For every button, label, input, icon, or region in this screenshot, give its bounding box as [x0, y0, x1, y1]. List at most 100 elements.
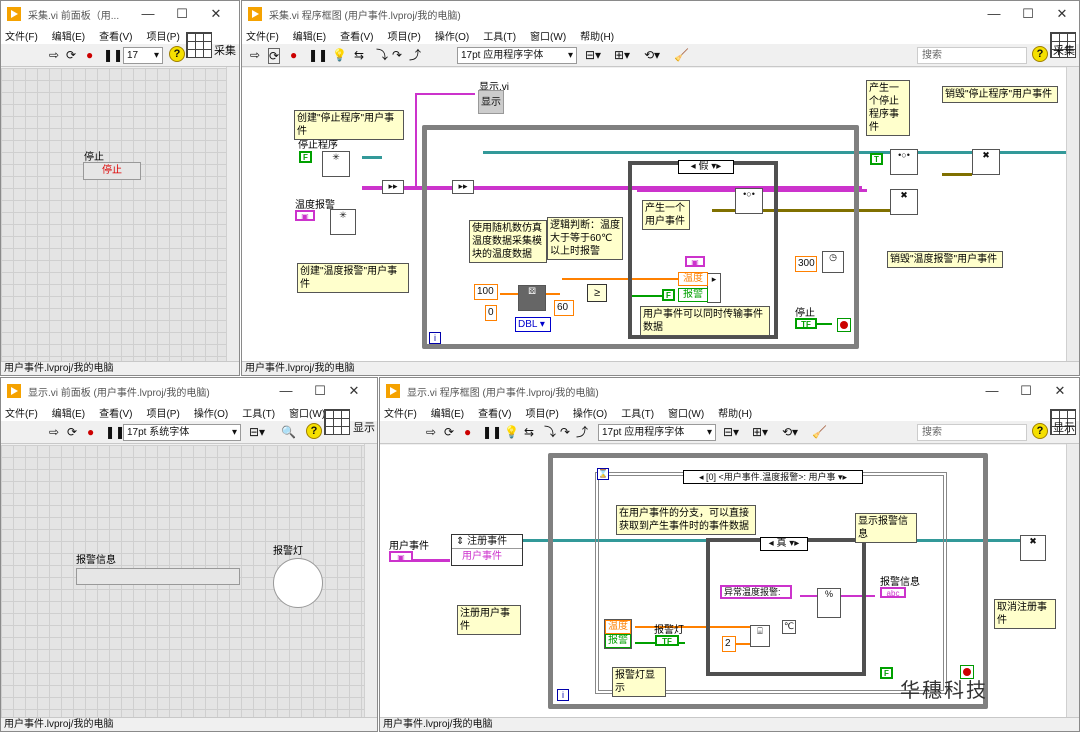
run-icon[interactable]: ⇨: [426, 425, 436, 439]
font-select[interactable]: 17pt 系统字体: [123, 424, 241, 441]
stop-program-terminal[interactable]: F: [299, 151, 312, 163]
minimize-icon[interactable]: —: [269, 378, 303, 404]
false-constant[interactable]: F: [880, 667, 893, 679]
alarm-led-terminal[interactable]: TF: [655, 635, 679, 646]
pause-icon[interactable]: ❚❚: [308, 48, 328, 62]
maximize-icon[interactable]: ☐: [165, 1, 199, 27]
highlight-icon[interactable]: 💡: [332, 48, 347, 62]
register-events-node[interactable]: ⇕ 注册事件 用户事件: [451, 534, 523, 566]
menu-file[interactable]: 文件(F): [384, 405, 417, 420]
vertical-scrollbar[interactable]: [1066, 444, 1079, 718]
abnormal-temp-const[interactable]: 异常温度报警:: [720, 585, 792, 599]
create-user-event-node[interactable]: ✳: [330, 209, 356, 235]
menu-view[interactable]: 查看(V): [340, 28, 373, 43]
help-icon[interactable]: ?: [1032, 46, 1048, 62]
vertical-scrollbar[interactable]: [364, 444, 377, 718]
menu-help[interactable]: 帮助(H): [718, 405, 752, 420]
menu-project[interactable]: 项目(P): [387, 28, 420, 43]
retain-wire-icon[interactable]: ⇆: [354, 48, 364, 62]
align-icon[interactable]: ⊟▾: [585, 48, 601, 62]
step-over-icon[interactable]: ↷: [392, 48, 402, 62]
connector-pane-icon[interactable]: [324, 409, 350, 435]
number-to-string-node[interactable]: ⌸: [750, 625, 770, 647]
greater-or-equal-node[interactable]: ≥: [587, 284, 607, 302]
menu-window[interactable]: 窗口(W): [530, 28, 566, 43]
search-input[interactable]: 搜索: [917, 47, 1027, 64]
vertical-scrollbar[interactable]: [226, 67, 239, 362]
run-icon[interactable]: ⇨: [250, 48, 260, 62]
dbl-representation[interactable]: DBL ▾: [515, 317, 551, 332]
font-size-select[interactable]: 17: [123, 47, 163, 64]
reorder-icon[interactable]: ⟲▾: [782, 425, 798, 439]
maximize-icon[interactable]: ☐: [303, 378, 337, 404]
connector-pane-icon[interactable]: [186, 32, 212, 58]
menu-project[interactable]: 项目(P): [146, 28, 179, 43]
generate-user-event-node[interactable]: •○•: [735, 188, 763, 214]
menu-tools[interactable]: 工具(T): [621, 405, 654, 420]
case-structure[interactable]: [706, 538, 866, 676]
search-input[interactable]: 搜索: [917, 424, 1027, 441]
const-2[interactable]: 2: [722, 636, 736, 652]
highlight-icon[interactable]: 💡: [504, 425, 519, 439]
bundle-node[interactable]: ▸▸: [452, 180, 474, 194]
const-300[interactable]: 300: [795, 256, 817, 272]
destroy-user-event-node[interactable]: ✖: [890, 189, 918, 215]
false-constant[interactable]: F: [662, 289, 675, 301]
menu-edit[interactable]: 编辑(E): [52, 405, 85, 420]
pause-icon[interactable]: ❚❚: [103, 48, 123, 62]
true-constant[interactable]: T: [870, 153, 883, 165]
font-select[interactable]: 17pt 应用程序字体: [457, 47, 577, 64]
format-string-node[interactable]: %: [817, 588, 841, 618]
title-bar[interactable]: 采集.vi 程序框图 (用户事件.lvproj/我的电脑): [242, 1, 1079, 27]
const-100[interactable]: 100: [474, 284, 498, 300]
create-user-event-node[interactable]: ✳: [322, 151, 350, 177]
unregister-node[interactable]: ✖: [1020, 535, 1046, 561]
case-selector[interactable]: ◂ 真 ▾▸: [760, 537, 808, 551]
align-icon[interactable]: ⊟▾: [249, 425, 265, 439]
menu-edit[interactable]: 编辑(E): [52, 28, 85, 43]
event-selector[interactable]: ◂ [0] <用户事件.温度报警>: 用户事 ▾▸: [683, 470, 863, 484]
close-icon[interactable]: ✕: [337, 378, 371, 404]
menu-project[interactable]: 项目(P): [146, 405, 179, 420]
close-icon[interactable]: ✕: [1043, 378, 1077, 404]
menu-project[interactable]: 项目(P): [525, 405, 558, 420]
const-60[interactable]: 60: [554, 300, 574, 316]
menu-operate[interactable]: 操作(O): [435, 28, 469, 43]
maximize-icon[interactable]: ☐: [1009, 378, 1043, 404]
menu-view[interactable]: 查看(V): [478, 405, 511, 420]
help-icon[interactable]: ?: [1032, 423, 1048, 439]
menu-edit[interactable]: 编辑(E): [431, 405, 464, 420]
minimize-icon[interactable]: —: [131, 1, 165, 27]
run-continuous-icon[interactable]: ⟳: [67, 425, 77, 439]
cleanup-icon[interactable]: 🧹: [674, 48, 689, 62]
random-number-node[interactable]: ⚄: [518, 285, 546, 311]
font-select[interactable]: 17pt 应用程序字体: [598, 424, 716, 441]
run-continuous-icon[interactable]: ⟳: [66, 48, 76, 62]
run-icon[interactable]: ⇨: [49, 48, 59, 62]
run-icon[interactable]: ⇨: [49, 425, 59, 439]
case-selector[interactable]: ◂ 假 ▾▸: [678, 160, 734, 174]
retain-wire-icon[interactable]: ⇆: [524, 425, 534, 439]
step-out-icon[interactable]: ⤴: [409, 48, 421, 62]
run-continuous-icon[interactable]: ⟳: [444, 425, 454, 439]
help-icon[interactable]: ?: [306, 423, 322, 439]
vertical-scrollbar[interactable]: [1066, 67, 1079, 362]
subvi-display-icon[interactable]: 显示: [478, 90, 504, 114]
pause-icon[interactable]: ❚❚: [482, 425, 502, 439]
menu-operate[interactable]: 操作(O): [573, 405, 607, 420]
maximize-icon[interactable]: ☐: [1011, 1, 1045, 27]
step-over-icon[interactable]: ↷: [560, 425, 570, 439]
menu-file[interactable]: 文件(F): [5, 28, 38, 43]
reorder-icon[interactable]: ⟲▾: [644, 48, 660, 62]
menu-window[interactable]: 窗口(W): [668, 405, 704, 420]
menu-file[interactable]: 文件(F): [5, 405, 38, 420]
stop-terminal[interactable]: TF: [795, 318, 817, 329]
close-icon[interactable]: ✕: [199, 1, 233, 27]
abort-icon[interactable]: ●: [290, 48, 297, 62]
unit-const[interactable]: ℃: [782, 620, 796, 634]
destroy-user-event-node[interactable]: ✖: [972, 149, 1000, 175]
stop-button[interactable]: 停止: [83, 162, 141, 180]
generate-user-event-node[interactable]: •○•: [890, 149, 918, 175]
bundle-node[interactable]: ▸▸: [382, 180, 404, 194]
cleanup-icon[interactable]: 🧹: [812, 425, 827, 439]
